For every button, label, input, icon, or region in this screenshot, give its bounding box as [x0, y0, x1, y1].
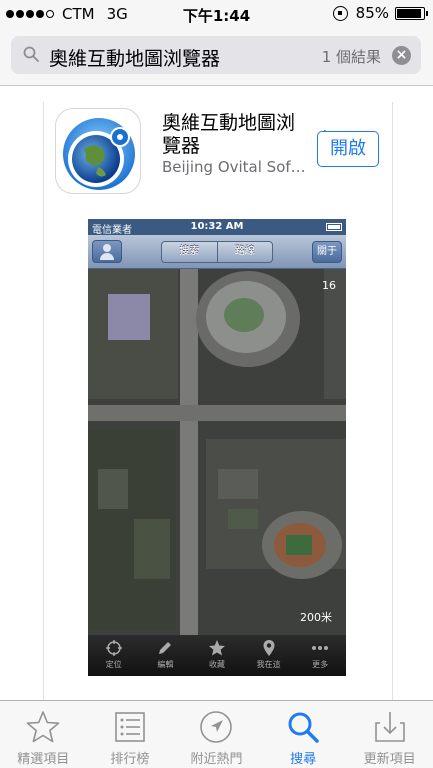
tab-search[interactable]: 搜尋 [260, 701, 347, 768]
preview-time: 10:32 AM [190, 221, 244, 232]
battery-fill [397, 8, 421, 18]
app-name[interactable]: 奧維互動地圖浏覽器 [162, 112, 307, 158]
card-border-left [43, 102, 44, 700]
preview-scale: 200米 [300, 611, 332, 624]
clear-icon[interactable]: × [392, 46, 411, 65]
preview-zoom-level: 16 [322, 279, 336, 292]
result-count: 1 個結果 [321, 48, 381, 66]
preview-tab-label: 定位 [105, 660, 122, 669]
preview-battery-icon [326, 223, 342, 231]
preview-tab-more: 更多 [294, 635, 346, 676]
status-bar: CTM 3G 下午1:44 85% [0, 0, 433, 28]
preview-tab-here: 我在這 [243, 635, 295, 676]
battery-icon [395, 6, 428, 20]
download-icon [374, 712, 405, 742]
tab-bar: 精選項目 排行榜 附近熱門 搜尋 更新項目 [0, 700, 433, 768]
app-developer[interactable]: Beijing Ovital Sof… [162, 158, 312, 176]
tab-near-me[interactable]: 附近熱門 [173, 701, 260, 768]
star-icon [26, 711, 60, 743]
preview-tab-label: 更多 [312, 660, 329, 669]
user-icon [92, 240, 122, 263]
app-icon[interactable] [55, 108, 141, 194]
preview-navbar: 搜索 路線 關于 [88, 235, 346, 269]
rotation-lock-icon [332, 5, 348, 21]
battery-percent: 85% [355, 4, 389, 22]
card-border-right [392, 102, 393, 700]
tab-label: 搜尋 [290, 752, 317, 767]
list-icon [115, 712, 145, 742]
preview-tab-locate: 定位 [88, 635, 140, 676]
preview-about-button: 關于 [312, 241, 342, 263]
tab-updates[interactable]: 更新項目 [346, 701, 433, 768]
pin-icon [263, 640, 275, 656]
search-icon [23, 46, 39, 62]
tab-featured[interactable]: 精選項目 [0, 701, 87, 768]
preview-status-bar: 電信業者 10:32 AM [88, 219, 346, 236]
preview-tab-bar: 定位 編輯 收藏 我在這 更多 [88, 635, 346, 676]
search-header: 奧維互動地圖浏覽器 1 個結果 × [0, 28, 433, 86]
more-icon [312, 646, 329, 650]
search-query: 奧維互動地圖浏覽器 [49, 48, 221, 70]
status-right: 85% [332, 4, 428, 22]
tab-label: 精選項目 [17, 752, 70, 767]
tab-label: 排行榜 [110, 752, 150, 767]
app-screenshot[interactable]: 電信業者 10:32 AM 搜索 路線 關于 16 200米 定位 編輯 收藏 … [88, 219, 346, 676]
crosshair-icon [105, 640, 122, 656]
preview-segment-search: 搜索 [179, 246, 200, 257]
preview-segment-route: 路線 [216, 242, 273, 262]
search-input[interactable]: 奧維互動地圖浏覽器 1 個結果 × [11, 36, 421, 74]
preview-tab-label: 收藏 [208, 660, 225, 669]
globe-icon [63, 118, 135, 190]
satellite-imagery [88, 269, 346, 635]
tab-label: 更新項目 [363, 752, 416, 767]
open-button[interactable]: 開啟 [317, 131, 379, 167]
tab-label: 附近熱門 [190, 752, 243, 767]
pencil-icon [159, 642, 172, 654]
search-icon [288, 712, 319, 743]
preview-tab-label: 我在這 [256, 660, 281, 669]
preview-satellite-map: 16 200米 [88, 269, 346, 635]
tab-top-charts[interactable]: 排行榜 [87, 701, 174, 768]
star-icon [208, 640, 225, 656]
preview-tab-edit: 編輯 [140, 635, 192, 676]
location-arrow-icon [200, 711, 233, 743]
preview-tab-label: 編輯 [157, 660, 174, 669]
preview-segmented-control: 搜索 路線 [161, 241, 273, 263]
preview-tab-favorites: 收藏 [191, 635, 243, 676]
